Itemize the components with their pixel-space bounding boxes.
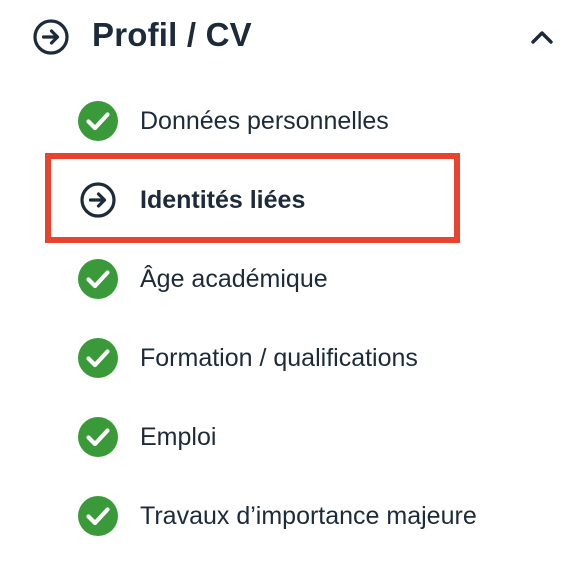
check-circle-icon [78, 338, 118, 378]
nav-item-label: Formation / qualifications [140, 344, 418, 372]
chevron-up-icon[interactable] [526, 22, 558, 54]
nav-item-travaux-importance-majeure[interactable]: Travaux d’importance majeure [0, 486, 582, 546]
check-circle-icon [78, 417, 118, 457]
nav-item-donnees-personnelles[interactable]: Données personnelles [0, 91, 582, 151]
nav-item-label: Emploi [140, 423, 217, 451]
nav-item-label: Données personnelles [140, 107, 389, 135]
arrow-right-circle-icon [33, 19, 69, 55]
check-circle-icon [78, 496, 118, 536]
nav-item-emploi[interactable]: Emploi [0, 407, 582, 467]
arrow-right-circle-icon [80, 182, 116, 218]
section-header-profil-cv[interactable]: Profil / CV [0, 0, 582, 72]
nav-item-formation-qualifications[interactable]: Formation / qualifications [0, 328, 582, 388]
nav-item-label: Identités liées [140, 186, 306, 214]
nav-item-label: Travaux d’importance majeure [140, 502, 477, 530]
nav-item-label: Âge académique [140, 265, 328, 293]
nav-item-identites-liees[interactable]: Identités liées [0, 170, 582, 230]
nav-item-age-academique[interactable]: Âge académique [0, 249, 582, 309]
check-circle-icon [78, 101, 118, 141]
section-title: Profil / CV [92, 16, 252, 53]
check-circle-icon [78, 259, 118, 299]
